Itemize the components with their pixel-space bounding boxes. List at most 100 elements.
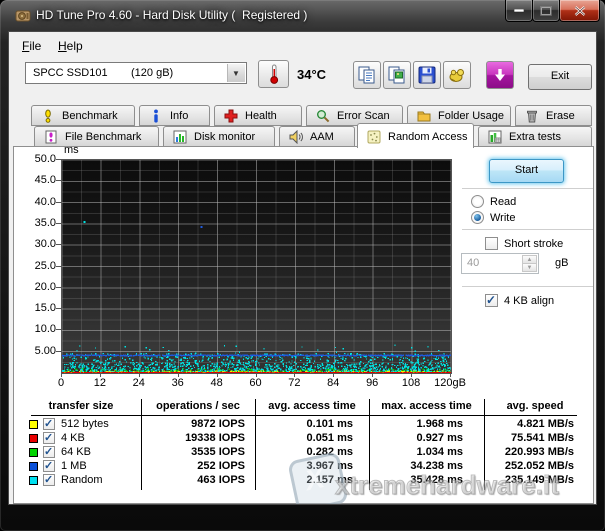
table-row: 64 KB3535 IOPS0.282 ms1.034 ms220.993 MB… <box>9 446 589 460</box>
download-button[interactable] <box>486 61 514 89</box>
copy-text-icon <box>358 66 376 84</box>
transfer-size-label: 512 bytes <box>61 418 109 430</box>
max-value: 0.927 ms <box>369 432 463 444</box>
header-avg-access: avg. access time <box>255 400 369 414</box>
4kb-align-checkbox[interactable] <box>485 294 498 307</box>
menu-help[interactable]: Help <box>53 37 88 55</box>
tab-health[interactable]: Health <box>214 105 302 126</box>
disk-monitor-icon <box>173 130 187 144</box>
short-stroke-checkbox[interactable] <box>485 237 498 250</box>
random-access-icon <box>367 130 381 144</box>
minimize-button[interactable] <box>505 0 533 22</box>
copy-text-button[interactable] <box>353 61 381 89</box>
stroke-size-spinner[interactable]: 40 ▲ ▼ <box>461 253 539 274</box>
hand-button[interactable] <box>443 61 471 89</box>
series-color-swatch <box>29 448 38 457</box>
transfer-size-label: 64 KB <box>61 446 91 458</box>
close-button[interactable] <box>559 0 600 22</box>
erase-trash-icon <box>525 109 539 123</box>
tab-disk-monitor[interactable]: Disk monitor <box>163 126 275 147</box>
benchmark-icon <box>41 109 55 123</box>
tab-aam[interactable]: AAM <box>279 126 355 147</box>
series-color-swatch <box>29 420 38 429</box>
stroke-unit-label: gB <box>555 257 568 269</box>
x-tick-label: 48 <box>197 377 237 389</box>
table-header-rule <box>31 415 577 416</box>
thermometer-icon <box>268 64 280 84</box>
spinner-down-icon[interactable]: ▼ <box>522 263 537 272</box>
aam-speaker-icon <box>289 130 303 144</box>
x-tick-label: 12 <box>80 377 120 389</box>
4kb-align-label: 4 KB align <box>504 295 554 307</box>
max-value: 1.034 ms <box>369 446 463 458</box>
read-radio[interactable] <box>471 195 484 208</box>
series-checkbox[interactable] <box>43 432 55 444</box>
temperature-value: 34°C <box>297 67 326 82</box>
write-radio[interactable] <box>471 211 484 224</box>
copy-image-icon <box>388 66 406 84</box>
avg-value: 0.101 ms <box>255 418 353 430</box>
series-checkbox[interactable] <box>43 418 55 430</box>
y-tick-label: 45.0 <box>16 174 56 186</box>
series-color-swatch <box>29 476 38 485</box>
ops-value: 9872 IOPS <box>141 418 245 430</box>
transfer-size-label: Random <box>61 474 103 486</box>
table-row: 4 KB19338 IOPS0.051 ms0.927 ms75.541 MB/… <box>9 432 589 446</box>
tab-erase[interactable]: Erase <box>515 105 592 126</box>
header-max-access: max. access time <box>369 400 484 414</box>
x-tick-label: 72 <box>274 377 314 389</box>
short-stroke-label: Short stroke <box>504 238 563 250</box>
series-checkbox[interactable] <box>43 446 55 458</box>
titlebar[interactable]: HD Tune Pro 4.60 - Hard Disk Utility ( R… <box>0 0 605 31</box>
y-tick-label: 10.0 <box>16 323 56 335</box>
x-tick-label: 84 <box>313 377 353 389</box>
file-benchmark-icon <box>44 130 58 144</box>
max-value: 1.968 ms <box>369 418 463 430</box>
tab-extra-tests[interactable]: Extra tests <box>478 126 592 147</box>
access-time-chart <box>61 159 452 374</box>
window-title: HD Tune Pro 4.60 - Hard Disk Utility ( R… <box>36 8 307 22</box>
series-checkbox[interactable] <box>43 474 55 486</box>
drive-selector[interactable]: SPCC SSD101 (120 gB) ▼ <box>25 62 247 84</box>
tab-info[interactable]: Info <box>139 105 210 126</box>
separator <box>462 229 593 231</box>
speed-value: 75.541 MB/s <box>484 432 574 444</box>
series-checkbox[interactable] <box>43 460 55 472</box>
y-tick-label: 5.00 <box>16 345 56 357</box>
maximize-button[interactable] <box>532 0 560 22</box>
temperature-button[interactable] <box>258 60 289 88</box>
x-tick-label: 108 <box>391 377 431 389</box>
menu-file[interactable]: File <box>17 37 46 55</box>
app-icon <box>15 8 31 24</box>
ops-value: 19338 IOPS <box>141 432 245 444</box>
series-color-swatch <box>29 462 38 471</box>
copy-image-button[interactable] <box>383 61 411 89</box>
tab-random-access[interactable]: Random Access <box>357 123 474 148</box>
avg-value: 0.051 ms <box>255 432 353 444</box>
client-area: File Help SPCC SSD101 (120 gB) ▼ 34°C <box>8 31 597 505</box>
y-tick-label: 30.0 <box>16 238 56 250</box>
y-tick-label: 40.0 <box>16 196 56 208</box>
chevron-down-icon[interactable]: ▼ <box>227 64 245 82</box>
error-scan-magnifier-icon <box>316 109 330 123</box>
separator <box>462 286 593 288</box>
transfer-size-label: 1 MB <box>61 460 87 472</box>
exit-button[interactable]: Exit <box>528 64 592 90</box>
drive-capacity: (120 gB) <box>131 67 173 79</box>
y-tick-label: 25.0 <box>16 260 56 272</box>
y-tick-label: 35.0 <box>16 217 56 229</box>
drive-name: SPCC SSD101 <box>33 67 108 79</box>
tab-benchmark[interactable]: Benchmark <box>31 105 135 126</box>
info-icon <box>149 109 163 123</box>
x-tick-label: 24 <box>119 377 159 389</box>
tab-file-benchmark[interactable]: File Benchmark <box>34 126 159 147</box>
x-tick-label: 36 <box>158 377 198 389</box>
save-button[interactable] <box>413 61 441 89</box>
header-avg-speed: avg. speed <box>484 400 586 414</box>
ops-value: 252 IOPS <box>141 460 245 472</box>
start-button[interactable]: Start <box>489 159 564 183</box>
extra-tests-icon <box>488 130 502 144</box>
health-cross-icon <box>224 109 238 123</box>
y-tick-label: 50.0 <box>16 153 56 165</box>
speed-value: 220.993 MB/s <box>484 446 574 458</box>
